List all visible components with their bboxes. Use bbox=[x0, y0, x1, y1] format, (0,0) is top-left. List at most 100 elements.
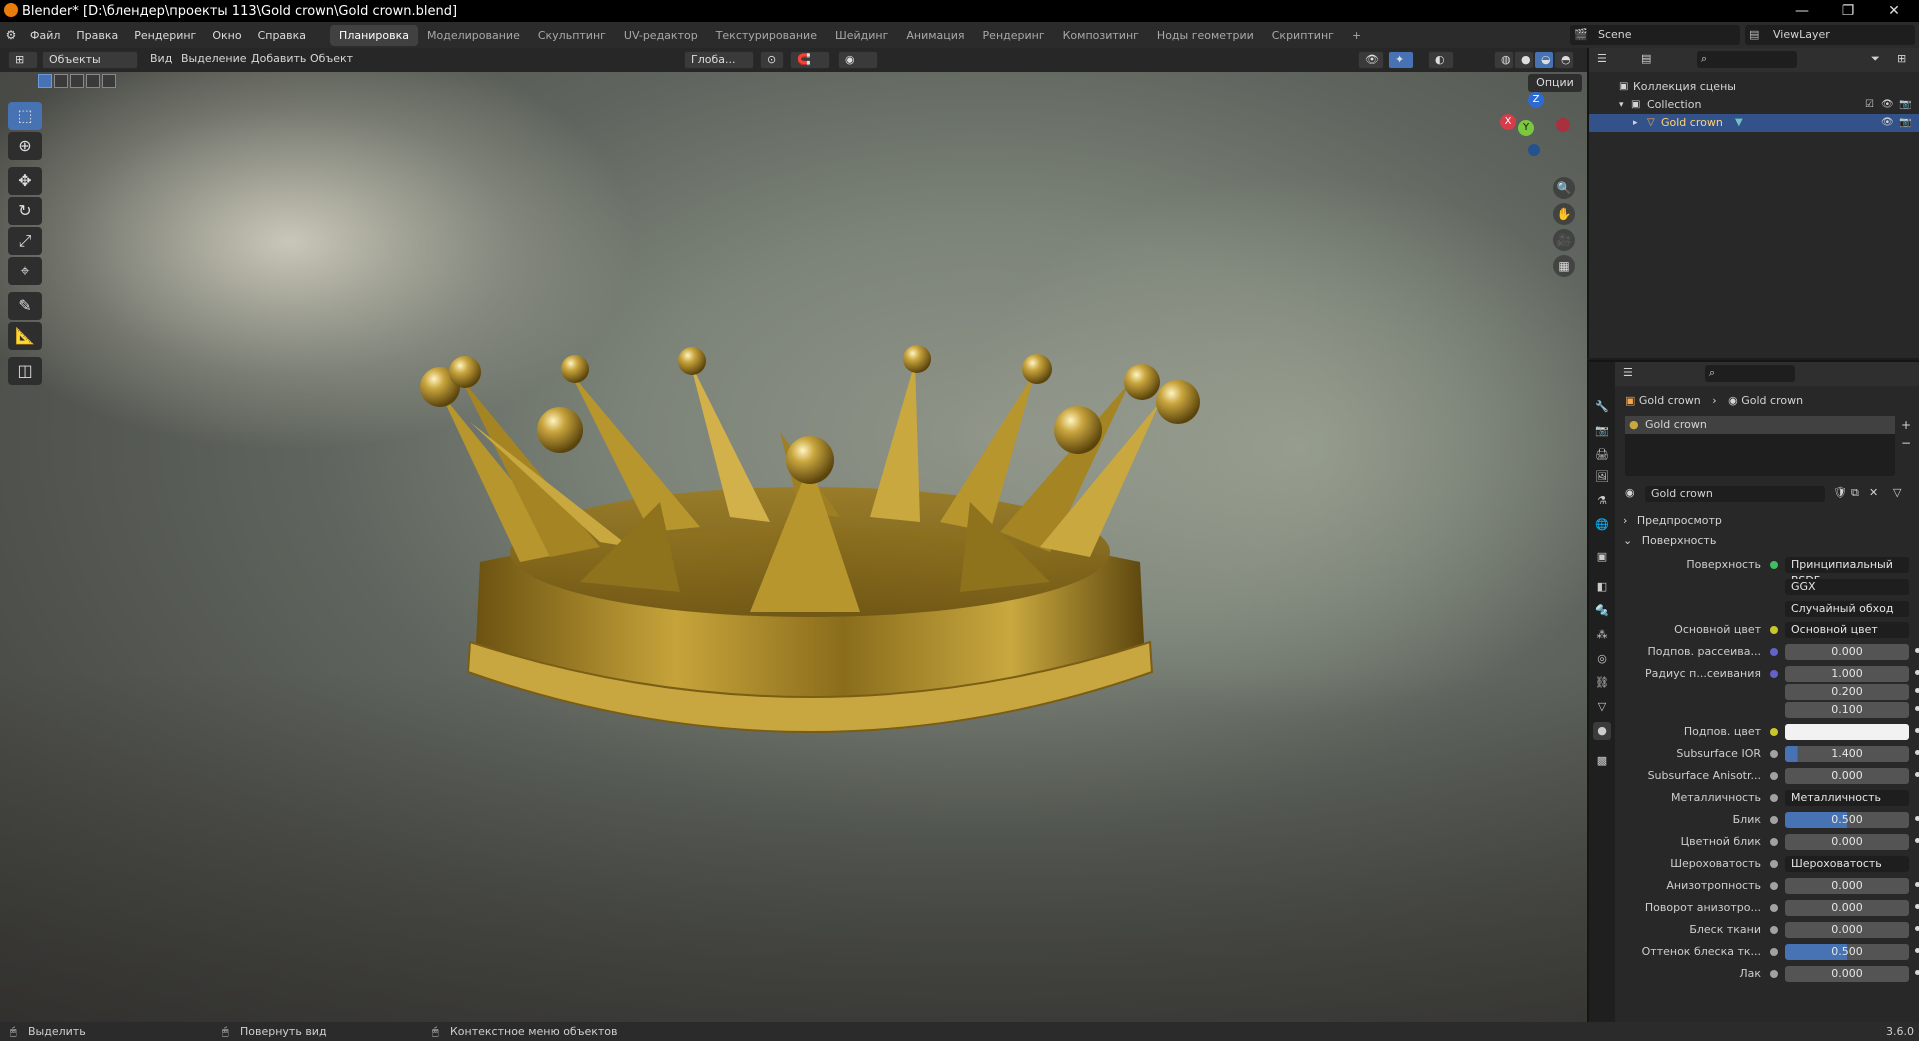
blender-menu-icon[interactable]: ⚙ bbox=[0, 28, 22, 42]
gizmo-neg-z[interactable] bbox=[1528, 144, 1540, 156]
socket-icon[interactable] bbox=[1770, 626, 1778, 634]
maximize-button[interactable]: ❐ bbox=[1825, 0, 1871, 22]
menu-edit[interactable]: Правка bbox=[68, 29, 126, 42]
property-value-field[interactable]: 0.200 bbox=[1785, 684, 1909, 700]
material-browse-icon[interactable]: ◉ bbox=[1625, 486, 1635, 499]
scene-selector[interactable]: 🎬 Scene bbox=[1570, 25, 1740, 45]
menu-help[interactable]: Справка bbox=[250, 29, 314, 42]
material-shading-icon[interactable]: ◒ bbox=[1534, 51, 1554, 69]
keyframe-dot-icon[interactable] bbox=[1915, 926, 1919, 931]
particles-tab-icon[interactable]: ⁂ bbox=[1593, 626, 1611, 644]
property-value-field[interactable]: GGX bbox=[1785, 579, 1909, 595]
gold-crown-model[interactable] bbox=[400, 332, 1220, 852]
select-subtract-mode-icon[interactable] bbox=[70, 74, 84, 88]
menu-select[interactable]: Выделение bbox=[181, 52, 247, 65]
move-tool-icon[interactable]: ✥ bbox=[8, 167, 42, 195]
select-extend-mode-icon[interactable] bbox=[54, 74, 68, 88]
socket-icon[interactable] bbox=[1770, 948, 1778, 956]
socket-icon[interactable] bbox=[1770, 794, 1778, 802]
material-slot-item[interactable]: ● Gold crown bbox=[1625, 416, 1895, 434]
zoom-icon[interactable]: 🔍 bbox=[1553, 177, 1575, 199]
tab-compositing[interactable]: Композитинг bbox=[1054, 25, 1148, 46]
rendered-shading-icon[interactable]: ◓ bbox=[1554, 51, 1574, 69]
expand-arrow-icon[interactable]: ▾ bbox=[1619, 96, 1624, 114]
keyframe-dot-icon[interactable] bbox=[1915, 772, 1919, 777]
property-value-field[interactable]: 0.500 bbox=[1785, 944, 1909, 960]
property-value-field[interactable]: 0.500 bbox=[1785, 812, 1909, 828]
data-tab-icon[interactable]: ▽ bbox=[1593, 698, 1611, 716]
socket-icon[interactable] bbox=[1770, 882, 1778, 890]
keyframe-dot-icon[interactable] bbox=[1915, 648, 1919, 653]
tab-rendering[interactable]: Рендеринг bbox=[974, 25, 1054, 46]
menu-file[interactable]: Файл bbox=[22, 29, 68, 42]
camera-render-icon[interactable]: 📷 bbox=[1899, 114, 1911, 132]
keyframe-dot-icon[interactable] bbox=[1915, 904, 1919, 909]
modifier-tab-icon[interactable]: 🔩 bbox=[1593, 602, 1611, 620]
socket-icon[interactable] bbox=[1770, 838, 1778, 846]
gizmo-z-axis[interactable]: Z bbox=[1528, 92, 1544, 108]
duplicate-material-icon[interactable]: ⧉ bbox=[1851, 486, 1859, 500]
solid-shading-icon[interactable]: ● bbox=[1514, 51, 1534, 69]
tab-scripting[interactable]: Скриптинг bbox=[1263, 25, 1343, 46]
cursor-tool-icon[interactable]: ⊕ bbox=[8, 132, 42, 160]
socket-icon[interactable] bbox=[1770, 728, 1778, 736]
outliner-editor-icon[interactable]: ☰ bbox=[1597, 52, 1607, 65]
perspective-grid-icon[interactable]: ▦ bbox=[1553, 255, 1575, 277]
visibility-icon[interactable]: 👁 bbox=[1358, 51, 1384, 69]
tab-texture-paint[interactable]: Текстурирование bbox=[707, 25, 826, 46]
property-value-field[interactable]: 1.400 bbox=[1785, 746, 1909, 762]
property-value-field[interactable] bbox=[1785, 724, 1909, 740]
remove-slot-button[interactable]: − bbox=[1901, 436, 1911, 450]
socket-icon[interactable] bbox=[1770, 904, 1778, 912]
menu-object[interactable]: Объект bbox=[310, 52, 353, 65]
select-invert-mode-icon[interactable] bbox=[86, 74, 100, 88]
3d-viewport[interactable]: Опции ⬚ ⊕ ✥ ↻ ⤢ ⌖ ✎ 📐 ◫ Z Y X 🔍 ✋ 🎥 ▦ bbox=[0, 72, 1587, 1022]
eye-icon[interactable]: 👁 bbox=[1881, 114, 1894, 132]
menu-add[interactable]: Добавить bbox=[251, 52, 306, 65]
socket-icon[interactable] bbox=[1770, 670, 1778, 678]
pan-hand-icon[interactable]: ✋ bbox=[1553, 203, 1575, 225]
socket-icon[interactable] bbox=[1770, 926, 1778, 934]
wireframe-shading-icon[interactable]: ◍ bbox=[1494, 51, 1514, 69]
new-collection-icon[interactable]: ⊞ bbox=[1897, 52, 1906, 65]
tab-layout[interactable]: Планировка bbox=[330, 24, 419, 46]
gizmo-toggle-icon[interactable]: ✦ bbox=[1388, 51, 1414, 69]
properties-search-input[interactable]: ⌕ bbox=[1705, 365, 1795, 382]
tab-animation[interactable]: Анимация bbox=[897, 25, 973, 46]
gizmo-neg-x[interactable] bbox=[1556, 118, 1570, 132]
property-value-field[interactable]: Металличность bbox=[1785, 790, 1909, 806]
property-value-field[interactable]: 0.000 bbox=[1785, 922, 1909, 938]
material-tab-icon[interactable]: ● bbox=[1593, 722, 1611, 740]
measure-tool-icon[interactable]: 📐 bbox=[8, 322, 42, 350]
property-value-field[interactable]: Принципиальный BSDF bbox=[1785, 557, 1909, 587]
navigation-gizmo[interactable]: Z Y X bbox=[1498, 90, 1578, 170]
property-value-field[interactable]: Основной цвет bbox=[1785, 622, 1909, 638]
menu-render[interactable]: Рендеринг bbox=[126, 29, 204, 42]
scene-tab-icon[interactable]: ⚗ bbox=[1593, 492, 1611, 510]
constraints-tab-icon[interactable]: ⛓ bbox=[1593, 674, 1611, 692]
overlay-icon[interactable]: ◐ bbox=[1428, 51, 1454, 69]
camera-render-icon[interactable]: 📷 bbox=[1899, 96, 1911, 114]
socket-icon[interactable] bbox=[1770, 816, 1778, 824]
select-tool-icon[interactable]: ⬚ bbox=[8, 102, 42, 130]
property-value-field[interactable]: 0.100 bbox=[1785, 702, 1909, 718]
proportional-edit-icon[interactable]: ◉ bbox=[838, 51, 878, 69]
keyframe-dot-icon[interactable] bbox=[1915, 948, 1919, 953]
mode-dropdown[interactable]: Объекты bbox=[42, 51, 138, 69]
annotate-tool-icon[interactable]: ✎ bbox=[8, 292, 42, 320]
select-intersect-mode-icon[interactable] bbox=[102, 74, 116, 88]
display-mode-icon[interactable]: ▤ bbox=[1641, 52, 1651, 65]
keyframe-dot-icon[interactable] bbox=[1915, 670, 1919, 675]
keyframe-dot-icon[interactable] bbox=[1915, 816, 1919, 821]
texture-tab-icon[interactable]: ▩ bbox=[1593, 752, 1611, 770]
link-filter-icon[interactable]: ▽ bbox=[1893, 486, 1901, 499]
eye-icon[interactable]: 👁 bbox=[1881, 96, 1894, 114]
material-slot-list[interactable]: ● Gold crown bbox=[1625, 416, 1895, 476]
view-layer-tab-icon[interactable]: 🖼 bbox=[1593, 468, 1611, 486]
transform-tool-icon[interactable]: ⌖ bbox=[8, 257, 42, 285]
menu-window[interactable]: Окно bbox=[204, 29, 249, 42]
property-value-field[interactable]: Случайный обход bbox=[1785, 601, 1909, 617]
fake-user-icon[interactable]: 🛡 bbox=[1833, 486, 1847, 499]
tab-geometry-nodes[interactable]: Ноды геометрии bbox=[1148, 25, 1263, 46]
add-cube-tool-icon[interactable]: ◫ bbox=[8, 357, 42, 385]
